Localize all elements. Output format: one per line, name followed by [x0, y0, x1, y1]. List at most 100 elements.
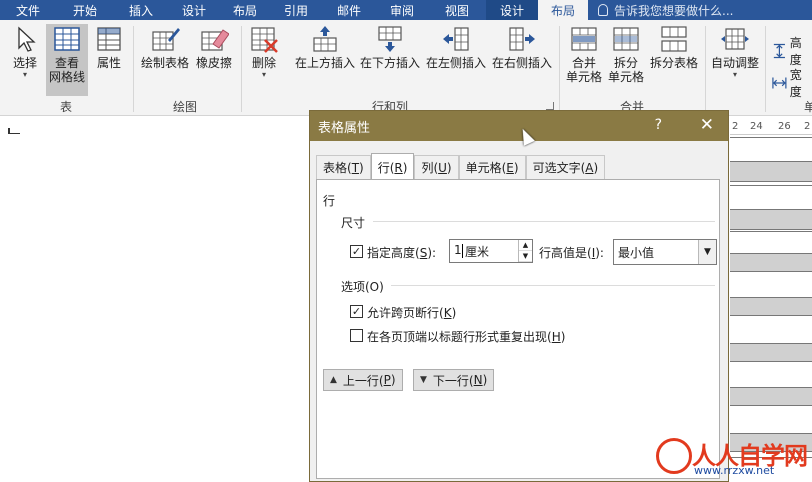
insert-left-icon — [443, 27, 469, 51]
ribbon-separator — [765, 26, 766, 112]
triangle-down-icon: ▼ — [420, 375, 427, 385]
table-row-border — [730, 185, 812, 186]
row-height-mode-select[interactable]: 最小值 ▼ — [613, 239, 717, 265]
ribbon-tab[interactable]: 邮件 — [322, 0, 376, 20]
tab-label: 表格( — [323, 161, 352, 175]
next-row-button[interactable]: ▼ 下一行(N) — [413, 369, 495, 391]
dialog-launcher-icon[interactable] — [546, 102, 554, 110]
specify-height-checkbox[interactable]: ✓ — [350, 245, 363, 258]
ribbon-tab[interactable]: 插入 — [114, 0, 168, 20]
split-table-icon — [661, 26, 687, 52]
ribbon-tab[interactable]: 设计 — [168, 0, 220, 20]
ribbon-tab-bar: 文件 开始 插入 设计 布局 引用 邮件 审阅 视图 设计 布局 告诉我您想要做什么... — [0, 0, 812, 20]
properties-button[interactable]: 属性 — [92, 24, 126, 70]
merge-cells-icon — [571, 27, 597, 51]
site-watermark: 人人自学网 www.rrzxw.net — [656, 436, 808, 480]
ribbon-tab[interactable]: 设计 — [486, 0, 538, 20]
merge-cells-label-2: 单元格 — [565, 70, 602, 84]
tab-column[interactable]: 列(U) — [414, 155, 459, 179]
table-row-border — [730, 229, 812, 230]
table-row-border — [730, 315, 812, 316]
split-cells-button[interactable]: 拆分 单元格 — [606, 24, 646, 84]
delete-table-icon — [251, 27, 278, 53]
view-gridlines-button[interactable]: 查看 网格线 — [46, 24, 88, 96]
insert-left-label: 在左侧插入 — [425, 56, 486, 70]
insert-below-label: 在下方插入 — [359, 56, 420, 70]
height-field[interactable]: 高度 — [772, 34, 812, 68]
table-row-shading — [730, 387, 812, 405]
tab-alt-text[interactable]: 可选文字(A) — [525, 155, 606, 179]
ribbon-tab[interactable]: 视图 — [428, 0, 486, 20]
eraser-button[interactable]: 橡皮擦 — [194, 24, 234, 70]
draw-table-button[interactable]: 绘制表格 — [140, 24, 190, 70]
ribbon-tab[interactable]: 布局 — [220, 0, 270, 20]
tab-label-end: ) — [402, 160, 408, 175]
height-spinbox[interactable]: 1 厘米 ▲ ▼ — [449, 239, 533, 263]
tell-me-box[interactable]: 告诉我您想要做什么... — [588, 0, 733, 20]
tab-cell[interactable]: 单元格(E) — [458, 155, 526, 179]
horizontal-ruler[interactable]: 2 24 26 2 — [730, 117, 812, 135]
autofit-label: 自动调整 — [710, 56, 759, 70]
chevron-down-icon[interactable]: ▼ — [698, 240, 716, 264]
repeat-header-label: 在各页顶端以标题行形式重复出现(H) — [367, 330, 566, 344]
spin-arrows[interactable]: ▲ ▼ — [518, 240, 532, 262]
tab-table[interactable]: 表格(T) — [316, 155, 371, 179]
insert-right-icon — [509, 27, 535, 51]
view-gridlines-label-2: 网格线 — [48, 70, 85, 84]
help-button[interactable]: ? — [655, 117, 662, 133]
ribbon-tab[interactable]: 审阅 — [376, 0, 428, 20]
ribbon-tab[interactable]: 文件 — [0, 0, 56, 20]
insert-below-button[interactable]: 在下方插入 — [358, 24, 422, 70]
table-properties-dialog: 表格属性 ? ✕ 表格(T) 行(R) 列(U) 单元格(E) 可选文字(A) … — [309, 110, 729, 482]
insert-left-button[interactable]: 在左侧插入 — [424, 24, 488, 70]
height-unit: 厘米 — [465, 245, 490, 259]
dialog-title: 表格属性 — [318, 120, 371, 136]
watermark-logo-icon — [656, 438, 692, 474]
tab-label-end: ) — [513, 160, 519, 175]
button-label: 上一行( — [342, 373, 384, 388]
row-tab-panel: 行 尺寸 ✓ 指定高度(S): 1 厘米 ▲ ▼ 行高值是(I): 最小值 ▼ … — [316, 179, 720, 479]
spin-up-icon[interactable]: ▲ — [519, 240, 532, 251]
ribbon-tab[interactable]: 引用 — [270, 0, 322, 20]
insert-right-button[interactable]: 在右侧插入 — [490, 24, 554, 70]
text-caret — [462, 244, 463, 258]
tab-row[interactable]: 行(R) — [370, 153, 415, 181]
table-grid-icon — [54, 27, 80, 51]
spin-down-icon[interactable]: ▼ — [519, 251, 532, 262]
autofit-button[interactable]: 自动调整 ▾ — [709, 24, 761, 80]
group-label-cell-size: 单 — [804, 100, 812, 114]
previous-row-button[interactable]: ▲ 上一行(P) — [323, 369, 403, 391]
insert-above-button[interactable]: 在上方插入 — [294, 24, 356, 70]
cursor-arrow-icon — [18, 26, 36, 52]
tab-accel-key: E — [506, 160, 514, 175]
chevron-down-icon: ▾ — [261, 70, 266, 79]
table-row-border — [730, 361, 812, 362]
table-row-border — [730, 405, 812, 406]
width-label: 宽度 — [789, 68, 802, 99]
ribbon-separator — [559, 26, 560, 112]
repeat-header-checkbox[interactable] — [350, 329, 363, 342]
select-label: 选择 — [12, 56, 37, 70]
merge-cells-button[interactable]: 合并 单元格 — [564, 24, 604, 84]
allow-row-break-checkbox[interactable]: ✓ — [350, 305, 363, 318]
ribbon-tab[interactable]: 布局 — [538, 0, 588, 20]
tab-accel-key: U — [438, 160, 447, 175]
delete-button[interactable]: 删除 ▾ — [246, 24, 282, 80]
tab-accel-key: R — [394, 160, 403, 175]
chevron-down-icon: ▾ — [732, 70, 737, 79]
table-row-shading — [730, 297, 812, 315]
table-row-border — [730, 209, 812, 210]
ribbon-tab[interactable]: 开始 — [56, 0, 114, 20]
select-button[interactable]: 选择 ▾ — [6, 24, 44, 80]
tab-selector-icon[interactable] — [8, 128, 20, 134]
close-icon[interactable]: ✕ — [700, 115, 714, 135]
allow-row-break-label: 允许跨页断行(K) — [367, 306, 457, 320]
width-field[interactable]: 宽度 — [772, 66, 812, 100]
insert-above-label: 在上方插入 — [294, 56, 355, 70]
draw-table-label: 绘制表格 — [140, 56, 189, 70]
accel-key: P — [383, 373, 391, 387]
properties-label: 属性 — [96, 56, 121, 70]
tell-me-text: 告诉我您想要做什么... — [614, 3, 734, 18]
split-table-button[interactable]: 拆分表格 — [648, 24, 700, 70]
section-row-heading: 行 — [323, 194, 336, 208]
